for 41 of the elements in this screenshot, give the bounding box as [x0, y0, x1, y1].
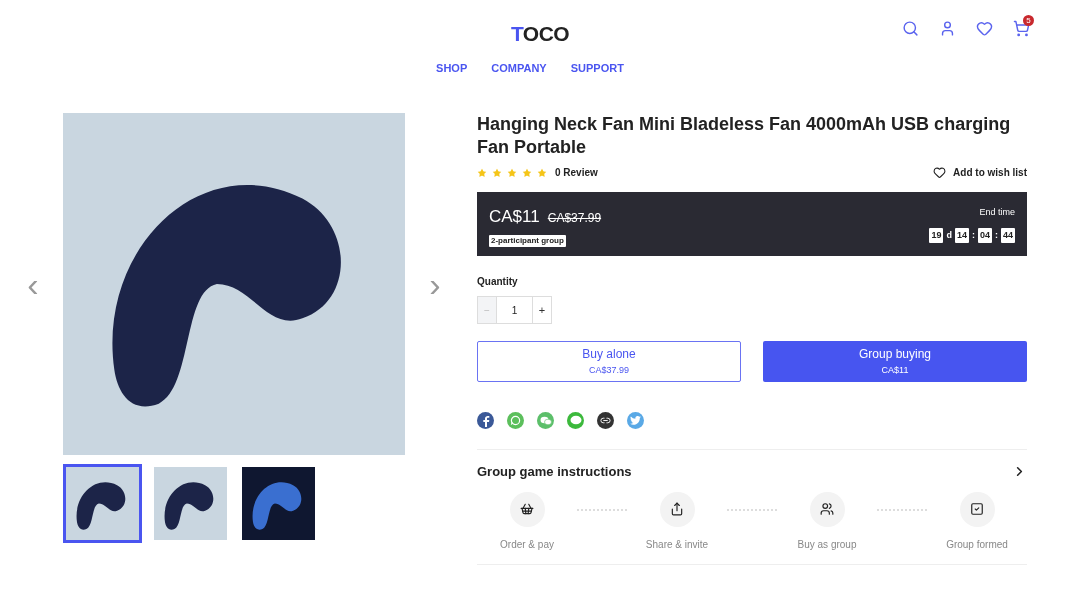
- cart-icon[interactable]: [1013, 20, 1030, 37]
- countdown-separator: :: [971, 228, 975, 242]
- cart-count-badge: 5: [1023, 15, 1034, 26]
- step-label: Order & pay: [500, 537, 554, 552]
- end-time-label: End time: [979, 206, 1015, 219]
- user-icon[interactable]: [939, 20, 956, 37]
- brand-logo[interactable]: TOCO: [510, 18, 570, 50]
- search-icon[interactable]: [902, 20, 919, 37]
- countdown-separator: :: [995, 228, 998, 242]
- group-price: CA$11: [489, 206, 540, 228]
- countdown-digit: 44: [1001, 227, 1015, 243]
- original-price: CA$37.99: [547, 210, 602, 227]
- link-share-icon[interactable]: [597, 412, 614, 429]
- countdown-digit: 04: [977, 227, 992, 243]
- buy-alone-button[interactable]: Buy alone CA$37.99: [477, 341, 741, 382]
- facebook-share-icon[interactable]: [477, 412, 494, 429]
- group-size-tag: 2-participant group: [489, 234, 566, 247]
- twitter-share-icon[interactable]: [627, 412, 644, 429]
- cart-icon: [520, 502, 534, 516]
- countdown-separator: d: [946, 228, 952, 242]
- nav-link[interactable]: SHOP: [436, 59, 468, 76]
- instructions-heading: Group game instructions: [477, 463, 632, 481]
- wishlist-link[interactable]: Add to wish list: [933, 165, 1027, 180]
- quantity-label: Quantity: [477, 275, 519, 289]
- nav-link[interactable]: COMPANY: [491, 59, 547, 76]
- increase-button[interactable]: +: [532, 296, 552, 324]
- countdown-digit: 19: [929, 227, 944, 243]
- review-count[interactable]: 0 Review: [555, 165, 598, 180]
- nav-link[interactable]: SUPPORT: [570, 59, 624, 76]
- checkbox-icon: [970, 502, 984, 516]
- group-icon: [820, 502, 834, 516]
- share-icon: [670, 502, 684, 516]
- heart-icon[interactable]: [933, 166, 947, 179]
- step-label: Buy as group: [797, 537, 857, 552]
- line-share-icon[interactable]: [567, 412, 584, 429]
- group-buy-button[interactable]: Group buying CA$11: [763, 341, 1027, 382]
- product-title: Hanging Neck Fan Mini Bladeless Fan 4000mAh USB charging Fan Portable: [477, 113, 1012, 159]
- step-label: Share & invite: [645, 537, 709, 552]
- countdown-digit: 14: [954, 227, 969, 243]
- step-label: Group formed: [946, 537, 1008, 552]
- quantity-field[interactable]: 1: [497, 296, 532, 324]
